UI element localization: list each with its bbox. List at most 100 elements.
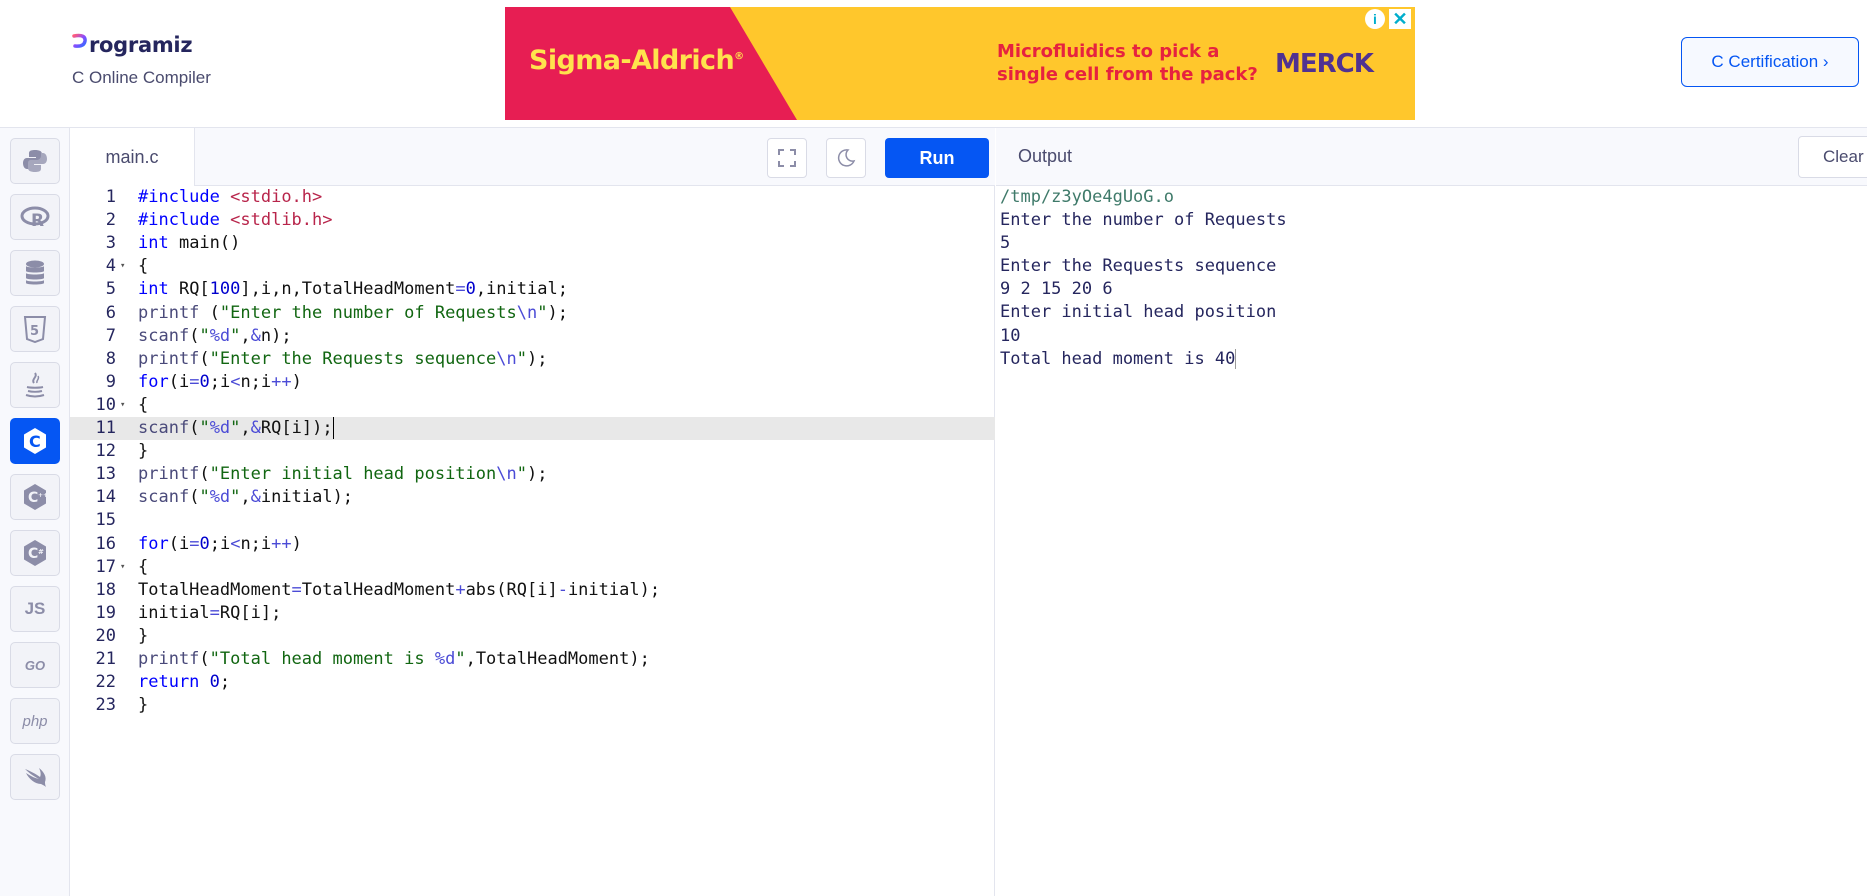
output-line: /tmp/z3yOe4gUoG.o <box>1000 187 1174 207</box>
code-line[interactable]: 22 return 0; <box>70 671 995 694</box>
csharp-language-icon[interactable]: C # <box>10 530 60 576</box>
code-line[interactable]: 21 printf("Total head moment is %d",Total… <box>70 648 995 671</box>
clear-button[interactable]: Clear <box>1798 136 1867 178</box>
line-number: 21 <box>95 649 116 669</box>
svg-text:++: ++ <box>38 492 48 499</box>
code-line[interactable]: 3 int main() <box>70 232 995 255</box>
c-icon: C <box>24 428 46 454</box>
code-line[interactable]: 6 printf ("Enter the number of Requests\n… <box>70 302 995 325</box>
ad-text: Microfluidics to pick a single cell from… <box>997 41 1258 85</box>
code-line[interactable]: 1 #include <stdio.h> <box>70 186 995 209</box>
line-number: 10 <box>95 394 116 415</box>
php-language-icon[interactable]: php <box>10 698 60 744</box>
code-line[interactable]: 23} <box>70 694 995 717</box>
code-line[interactable]: 11 scanf("%d",&RQ[i]); <box>70 417 995 441</box>
run-button[interactable]: Run <box>885 138 989 178</box>
console-cursor <box>1235 348 1237 369</box>
code-text: return 0; <box>138 672 231 693</box>
database-icon <box>26 260 44 285</box>
ad-close-icon[interactable]: ✕ <box>1389 9 1411 29</box>
output-title: Output <box>1018 146 1073 166</box>
fold-arrow-icon[interactable]: ▾ <box>120 556 125 579</box>
csharp-icon: C # <box>24 540 46 566</box>
svg-text:R: R <box>31 211 44 230</box>
line-number: 4 <box>105 256 116 277</box>
code-line[interactable]: 17 ▾ { <box>70 556 995 579</box>
code-line[interactable]: 9 for(i=0;i<n;i++) <box>70 371 995 394</box>
code-line[interactable]: 19 initial=RQ[i]; <box>70 602 995 625</box>
c-certification-button[interactable]: C Certification › <box>1681 37 1859 87</box>
swift-icon <box>25 768 46 787</box>
go-language-icon[interactable]: GO <box>10 642 60 688</box>
go-label: GO <box>24 657 46 673</box>
code-text: scanf("%d",&initial); <box>138 487 354 508</box>
code-text: printf("Total head moment is %d",TotalHe… <box>138 649 650 669</box>
code-text: scanf("%d",&n); <box>138 325 292 346</box>
code-text: int RQ[100],i,n,TotalHeadMoment=0,initia… <box>138 279 568 300</box>
output-console[interactable]: /tmp/z3yOe4gUoG.o Enter the number of Req… <box>1000 186 1287 371</box>
java-language-icon[interactable] <box>10 362 60 408</box>
ad-brand: Sigma-Aldrich® <box>529 45 744 76</box>
ad-info-icon[interactable]: i <box>1365 9 1385 29</box>
code-text: } <box>138 695 149 716</box>
html-language-icon[interactable]: 5 <box>10 306 60 352</box>
brand[interactable]: rogramiz C Online Compiler <box>72 32 211 88</box>
line-number: 14 <box>95 487 116 508</box>
output-line: Enter initial head position <box>1000 302 1277 323</box>
code-line[interactable]: 14 scanf("%d",&initial); <box>70 486 995 509</box>
output-line: Total head moment is 40 <box>1000 348 1237 369</box>
code-line[interactable]: 2 #include <stdlib.h> <box>70 209 995 232</box>
r-language-icon[interactable]: R <box>10 194 60 240</box>
html5-icon: 5 <box>23 316 47 343</box>
code-text: printf("Enter initial head position\n"); <box>138 464 548 485</box>
line-number: 8 <box>105 348 116 369</box>
code-line[interactable]: 13 printf("Enter initial head position\n"… <box>70 463 995 486</box>
fold-arrow-icon[interactable]: ▾ <box>120 394 125 417</box>
code-line[interactable]: 10 ▾ { <box>70 394 995 417</box>
output-line: Enter the Requests sequence <box>1000 256 1277 277</box>
fullscreen-button[interactable] <box>767 138 807 178</box>
c-language-icon[interactable]: C <box>10 418 60 464</box>
code-text: int main() <box>138 233 241 254</box>
python-language-icon[interactable] <box>10 138 60 184</box>
output-line: Enter the number of Requests <box>1000 210 1287 231</box>
output-panel: Output Clear /tmp/z3yOe4gUoG.o Enter the … <box>996 128 1867 896</box>
svg-text:#: # <box>38 548 44 556</box>
advertisement-banner[interactable]: Sigma-Aldrich® Microfluidics to pick a s… <box>505 7 1415 120</box>
line-number: 18 <box>95 579 116 600</box>
fold-arrow-icon[interactable]: ▾ <box>120 255 125 278</box>
line-number: 15 <box>95 510 116 531</box>
code-area[interactable]: 1 #include <stdio.h> 2 #include <stdlib.h> 3… <box>70 186 995 896</box>
line-number: 6 <box>105 302 116 323</box>
code-text: initial=RQ[i]; <box>138 602 282 623</box>
output-header: Output Clear <box>996 128 1867 186</box>
line-number: 5 <box>105 279 116 300</box>
code-line[interactable]: 7 scanf("%d",&n); <box>70 325 995 348</box>
r-icon: R <box>20 206 50 230</box>
programiz-logo-icon <box>72 32 88 58</box>
javascript-language-icon[interactable]: JS <box>10 586 60 632</box>
programiz-logo[interactable]: rogramiz <box>72 32 211 58</box>
code-line[interactable]: 18 TotalHeadMoment=TotalHeadMoment+abs(RQ… <box>70 579 995 602</box>
top-header: rogramiz C Online Compiler Sigma-Aldrich… <box>0 0 1867 128</box>
line-number: 16 <box>95 533 116 554</box>
code-line[interactable]: 5 int RQ[100],i,n,TotalHeadMoment=0,initi… <box>70 278 995 301</box>
line-number: 9 <box>105 371 116 392</box>
dark-mode-button[interactable] <box>826 138 866 178</box>
cpp-language-icon[interactable]: C ++ <box>10 474 60 520</box>
code-text: for(i=0;i<n;i++) <box>138 371 302 392</box>
code-line[interactable]: 8 printf("Enter the Requests sequence\n")… <box>70 348 995 371</box>
code-line[interactable]: 16 for(i=0;i<n;i++) <box>70 533 995 556</box>
file-tab-main-c[interactable]: main.c <box>70 128 195 186</box>
line-number: 23 <box>95 695 116 716</box>
code-text: printf("Enter the Requests sequence\n"); <box>138 348 548 369</box>
line-number: 13 <box>95 464 116 485</box>
cpp-icon: C ++ <box>24 484 48 510</box>
swift-language-icon[interactable] <box>10 754 60 800</box>
code-line[interactable]: 4 ▾ { <box>70 255 995 278</box>
code-line[interactable]: 12} <box>70 440 995 463</box>
sql-language-icon[interactable] <box>10 250 60 296</box>
code-line[interactable]: 20} <box>70 625 995 648</box>
code-line[interactable]: 15 <box>70 509 995 532</box>
code-text: printf ("Enter the number of Requests\n"… <box>138 302 568 323</box>
